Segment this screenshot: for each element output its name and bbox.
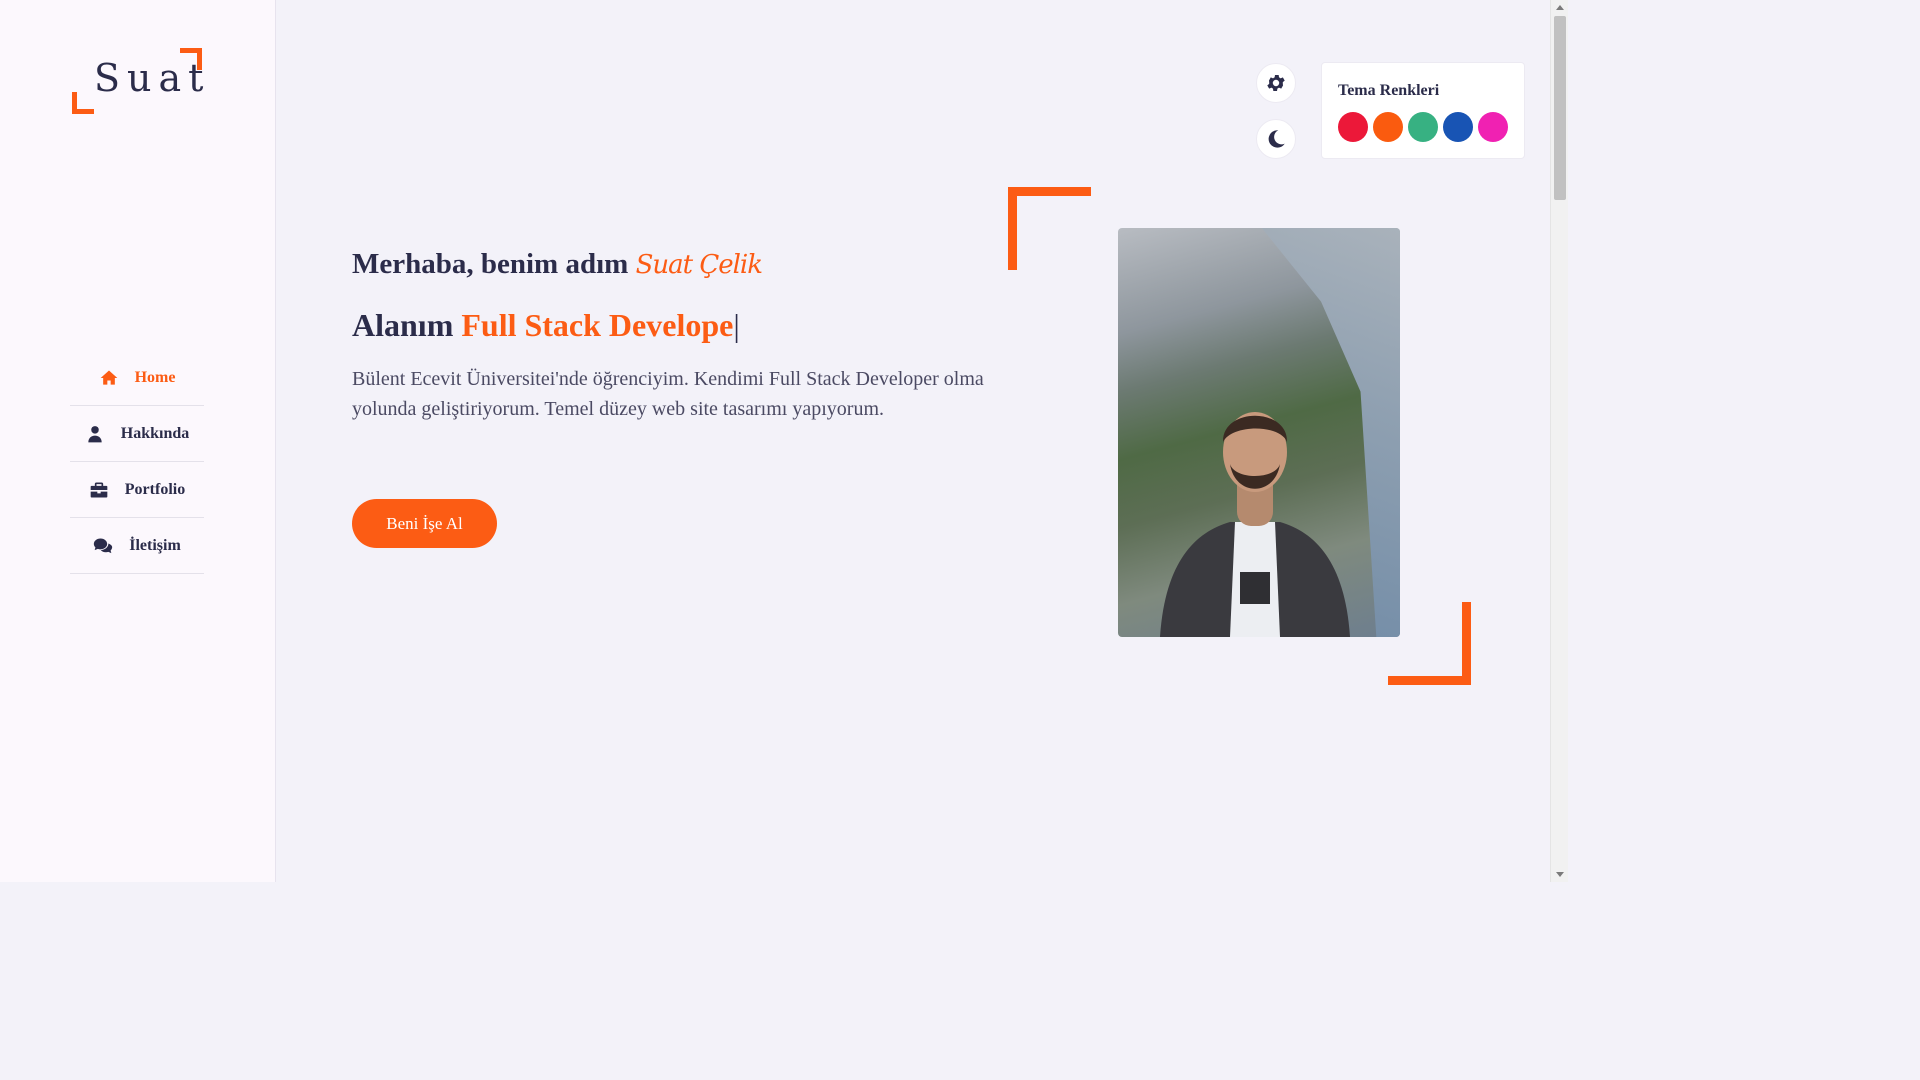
home-icon [100,370,117,385]
role-field-typing: Full Stack Develope [461,307,734,343]
moon-icon [1268,130,1285,148]
typing-cursor: | [733,307,740,343]
photo-frame-top-left [1008,187,1091,270]
greeting-text: Merhaba, benim adım [352,248,629,280]
gear-icon [1267,75,1285,91]
nav-item-label: İletişim [129,536,181,554]
color-swatches [1338,112,1508,142]
chat-icon [94,538,113,553]
color-swatch-pink[interactable] [1478,112,1508,142]
nav-item-label: Hakkında [120,424,190,442]
logo-text: Suat [94,56,211,100]
hire-me-button[interactable]: Beni İşe Al [352,499,497,548]
main-nav: Home Hakkında Portfolio İletişim [70,350,204,574]
site-logo[interactable]: Suat [72,48,203,114]
scroll-down-arrow-icon[interactable] [1556,872,1564,877]
color-swatch-blue[interactable] [1443,112,1473,142]
bio-text: Bülent Ecevit Üniversitei'nde öğrenciyim… [352,368,984,420]
color-swatch-green[interactable] [1408,112,1438,142]
main-content: Tema Renkleri Merhaba, benim adım Suat Ç… [276,0,1550,882]
nav-item-home[interactable]: Home [70,350,204,406]
settings-button[interactable] [1256,63,1296,103]
logo-corner-bottom-left [72,92,94,114]
user-icon [88,425,102,442]
color-swatch-orange[interactable] [1373,112,1403,142]
role-prefix: Alanım [352,307,454,343]
profile-photo [1118,228,1400,637]
greeting-heading: Merhaba, benim adım Suat Çelik [352,248,1032,281]
nav-item-hakkinda[interactable]: Hakkında [70,406,204,462]
photo-frame-bottom-right [1388,602,1471,685]
person-silhouette [1160,412,1350,637]
theme-colors-panel: Tema Renkleri [1321,62,1525,159]
nav-item-portfolio[interactable]: Portfolio [70,462,204,518]
vertical-scrollbar[interactable] [1550,0,1568,882]
nav-item-label: Home [134,368,176,386]
nav-item-label: Portfolio [124,480,186,498]
theme-panel-title: Tema Renkleri [1338,82,1440,99]
sidebar: Suat Home Hakkında Portfolio İletişim [0,0,276,882]
dark-mode-toggle[interactable] [1256,119,1296,159]
role-heading: Alanım Full Stack Develope| [352,307,1032,344]
scrollbar-thumb[interactable] [1554,16,1566,200]
hero-section: Merhaba, benim adım Suat Çelik Alanım Fu… [352,248,1032,424]
color-swatch-red[interactable] [1338,112,1368,142]
briefcase-icon [90,482,108,497]
scroll-up-arrow-icon[interactable] [1556,5,1564,10]
owner-name: Suat Çelik [635,250,763,280]
nav-item-iletisim[interactable]: İletişim [70,518,204,574]
